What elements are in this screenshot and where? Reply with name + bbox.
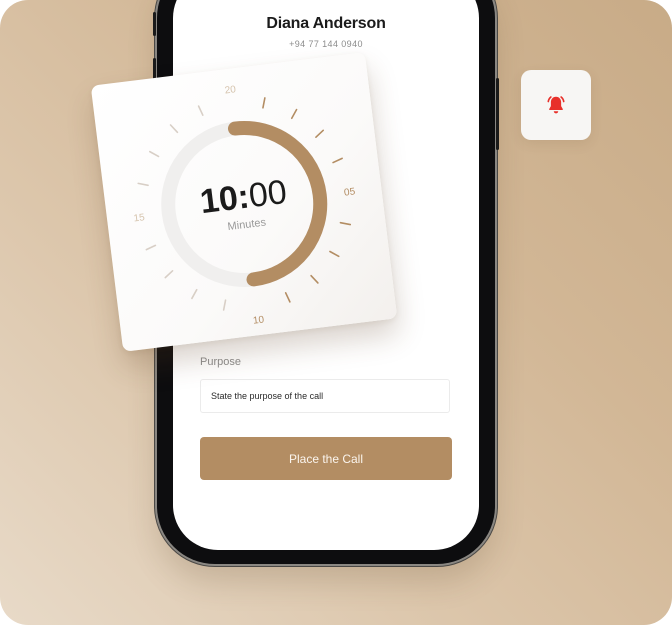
timer-value: 10:00 — [198, 173, 289, 221]
dial-tick — [315, 129, 325, 138]
timer-dial[interactable]: 10:00 Minutes 20 05 10 15 — [91, 52, 398, 352]
bell-icon — [547, 96, 565, 114]
timer-unit-label: Minutes — [227, 216, 267, 233]
dial-label-10: 10 — [252, 314, 265, 326]
dial-tick — [222, 299, 227, 311]
dial-tick — [197, 105, 204, 116]
contact-name: Diana Anderson — [266, 15, 386, 32]
contact-phone: +94 77 144 0940 — [289, 39, 363, 49]
dial-label-20: 20 — [224, 84, 237, 96]
dial-tick — [148, 150, 160, 158]
dial-tick — [339, 221, 352, 226]
dial-tick — [164, 270, 174, 279]
place-call-button[interactable]: Place the Call — [200, 437, 452, 480]
dial-tick — [262, 97, 266, 109]
timer-seconds: 00 — [247, 173, 289, 215]
dial-tick — [169, 124, 179, 134]
dial-tick — [290, 108, 298, 120]
phone-mute-switch — [153, 12, 156, 36]
dial-tick — [145, 244, 157, 251]
dial-tick — [329, 250, 340, 258]
dial-tick — [284, 292, 291, 303]
purpose-input[interactable] — [200, 379, 450, 413]
dial-tick — [310, 274, 319, 284]
dial-label-15: 15 — [133, 212, 146, 224]
purpose-label: Purpose — [200, 356, 241, 368]
dial-tick — [191, 288, 198, 300]
notification-button[interactable] — [521, 70, 591, 140]
dial-tick — [332, 157, 343, 164]
phone-power-button — [496, 78, 499, 150]
dial-label-05: 05 — [343, 186, 356, 198]
dial-tick — [137, 182, 149, 187]
timer-minutes: 10: — [198, 177, 251, 221]
timer-card: 10:00 Minutes 20 05 10 15 — [90, 52, 398, 352]
